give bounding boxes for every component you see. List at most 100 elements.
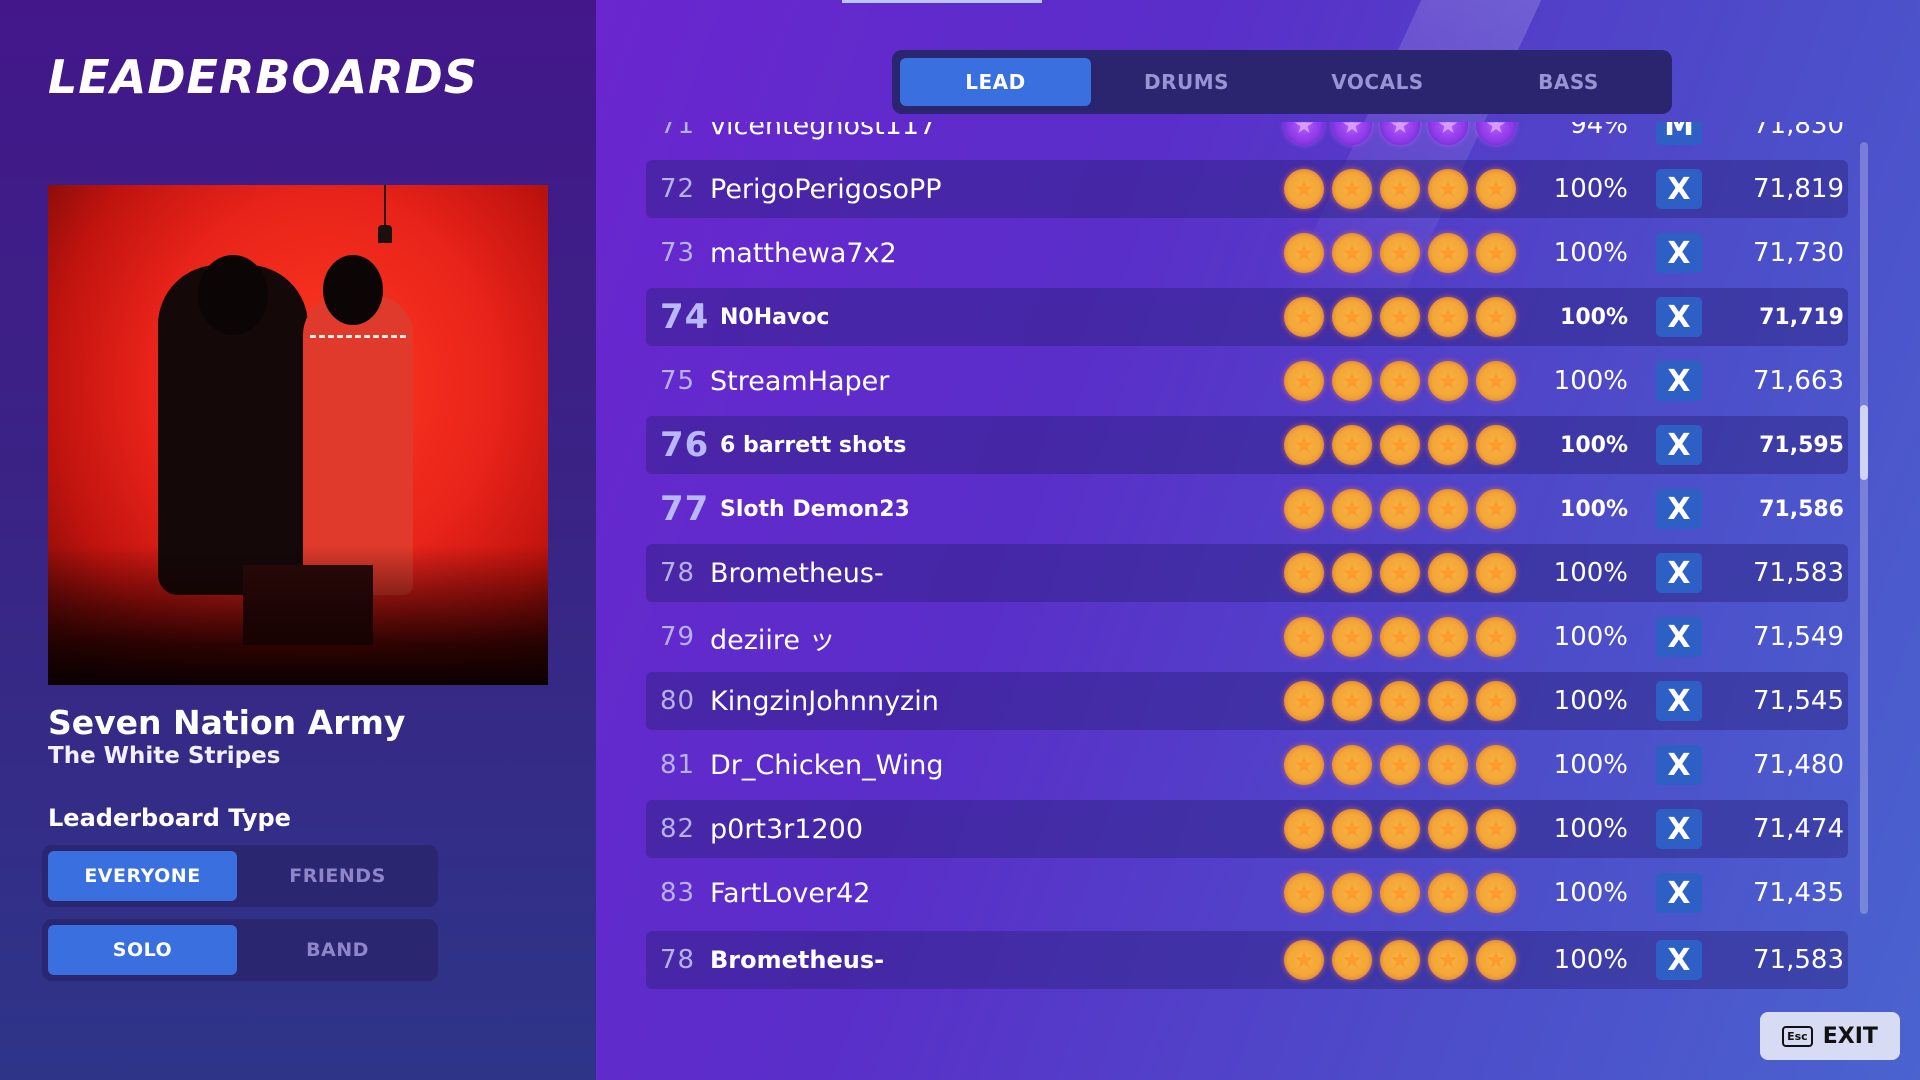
album-art <box>48 185 548 685</box>
scrollbar-thumb[interactable] <box>1860 405 1868 480</box>
table-row[interactable]: 71 vicenteghost117 ★ ★ ★ ★ ★ 94% M 71,830 <box>646 122 1848 154</box>
table-row[interactable]: 76 6 barrett shots ★ ★ ★ ★ ★ 100% X 71,595 <box>646 416 1848 474</box>
score: 71,819 <box>1753 174 1844 204</box>
star-icon: ★ <box>1380 361 1420 401</box>
song-title: Seven Nation Army <box>48 703 406 742</box>
player-name: N0Havoc <box>720 304 830 330</box>
star-icon: ★ <box>1476 122 1516 145</box>
pinned-player-row[interactable]: 78 Brometheus- ★ ★ ★ ★ ★ 100% X 71,583 <box>646 931 1848 989</box>
table-row[interactable]: 81 Dr_Chicken_Wing ★ ★ ★ ★ ★ 100% X 71,480 <box>646 736 1848 794</box>
star-icon: ★ <box>1428 169 1468 209</box>
table-row[interactable]: 83 FartLover42 ★ ★ ★ ★ ★ 100% X 71,435 <box>646 864 1848 918</box>
accuracy: 100% <box>1553 750 1628 780</box>
star-icon: ★ <box>1332 617 1372 657</box>
accuracy: 100% <box>1560 304 1628 330</box>
star-icon: ★ <box>1476 297 1516 337</box>
star-icon: ★ <box>1332 297 1372 337</box>
everyone-option[interactable]: EVERYONE <box>48 851 237 901</box>
difficulty-badge: X <box>1656 745 1702 785</box>
star-rating: ★ ★ ★ ★ ★ <box>1284 940 1520 980</box>
star-icon: ★ <box>1476 681 1516 721</box>
left-panel: LEADERBOARDS Seven Nation Army The White… <box>0 0 596 1080</box>
score: 71,474 <box>1753 814 1844 844</box>
table-row[interactable]: 74 N0Havoc ★ ★ ★ ★ ★ 100% X 71,719 <box>646 288 1848 346</box>
star-icon: ★ <box>1332 745 1372 785</box>
rank: 79 <box>660 622 696 652</box>
star-rating: ★ ★ ★ ★ ★ <box>1284 489 1520 529</box>
star-rating: ★ ★ ★ ★ ★ <box>1284 361 1520 401</box>
friends-option[interactable]: FRIENDS <box>243 851 432 901</box>
solo-option[interactable]: SOLO <box>48 925 237 975</box>
accuracy: 100% <box>1553 558 1628 588</box>
star-rating: ★ ★ ★ ★ ★ <box>1284 873 1520 913</box>
star-rating: ★ ★ ★ ★ ★ <box>1284 809 1520 849</box>
star-icon: ★ <box>1476 873 1516 913</box>
star-icon: ★ <box>1476 169 1516 209</box>
star-icon: ★ <box>1332 681 1372 721</box>
table-row[interactable]: 79 deziire ッ ★ ★ ★ ★ ★ 100% X 71,549 <box>646 608 1848 666</box>
star-icon: ★ <box>1332 233 1372 273</box>
star-icon: ★ <box>1284 873 1324 913</box>
tab-bass[interactable]: BASS <box>1473 58 1664 106</box>
table-row[interactable]: 75 StreamHaper ★ ★ ★ ★ ★ 100% X 71,663 <box>646 352 1848 410</box>
rank: 75 <box>660 366 696 396</box>
star-icon: ★ <box>1380 297 1420 337</box>
top-accent-bar <box>842 0 1042 3</box>
accuracy: 100% <box>1560 432 1628 458</box>
tab-lead[interactable]: LEAD <box>900 58 1091 106</box>
star-icon: ★ <box>1476 425 1516 465</box>
table-row[interactable]: 82 p0rt3r1200 ★ ★ ★ ★ ★ 100% X 71,474 <box>646 800 1848 858</box>
band-option[interactable]: BAND <box>243 925 432 975</box>
difficulty-badge: X <box>1656 169 1702 209</box>
star-icon: ★ <box>1284 809 1324 849</box>
star-icon: ★ <box>1380 233 1420 273</box>
star-icon: ★ <box>1284 361 1324 401</box>
star-rating: ★ ★ ★ ★ ★ <box>1284 169 1520 209</box>
star-icon: ★ <box>1380 940 1420 980</box>
star-icon: ★ <box>1476 553 1516 593</box>
difficulty-badge: X <box>1656 361 1702 401</box>
player-name: 6 barrett shots <box>720 432 907 458</box>
table-row[interactable]: 72 PerigoPerigosoPP ★ ★ ★ ★ ★ 100% X 71,819 <box>646 160 1848 218</box>
table-row[interactable]: 77 Sloth Demon23 ★ ★ ★ ★ ★ 100% X 71,586 <box>646 480 1848 538</box>
scope-toggle: EVERYONE FRIENDS <box>42 845 438 907</box>
difficulty-badge: X <box>1656 553 1702 593</box>
star-icon: ★ <box>1476 361 1516 401</box>
rank: 80 <box>660 686 696 716</box>
difficulty-badge: X <box>1656 809 1702 849</box>
leaderboard-list[interactable]: 71 vicenteghost117 ★ ★ ★ ★ ★ 94% M 71,830 72 Perigo… <box>646 122 1848 918</box>
mode-toggle: SOLO BAND <box>42 919 438 981</box>
star-icon: ★ <box>1428 940 1468 980</box>
star-icon: ★ <box>1332 122 1372 145</box>
table-row[interactable]: 80 KingzinJohnnyzin ★ ★ ★ ★ ★ 100% X 71,545 <box>646 672 1848 730</box>
player-name: Dr_Chicken_Wing <box>710 749 944 781</box>
difficulty-badge: X <box>1656 489 1702 529</box>
exit-label: EXIT <box>1822 1023 1878 1049</box>
star-icon: ★ <box>1380 617 1420 657</box>
score: 71,830 <box>1753 122 1844 140</box>
table-row[interactable]: 73 matthewa7x2 ★ ★ ★ ★ ★ 100% X 71,730 <box>646 224 1848 282</box>
star-icon: ★ <box>1428 233 1468 273</box>
star-icon: ★ <box>1428 745 1468 785</box>
difficulty-badge: X <box>1656 233 1702 273</box>
star-icon: ★ <box>1476 489 1516 529</box>
tab-drums[interactable]: DRUMS <box>1091 58 1282 106</box>
star-rating: ★ ★ ★ ★ ★ <box>1284 122 1520 145</box>
score: 71,583 <box>1753 558 1844 588</box>
player-name: FartLover42 <box>710 877 871 909</box>
score: 71,730 <box>1753 238 1844 268</box>
leaderboard-panel: LEAD DRUMS VOCALS BASS 71 vicenteghost117… <box>596 0 1920 1080</box>
exit-button[interactable]: Esc EXIT <box>1760 1012 1900 1060</box>
star-icon: ★ <box>1332 169 1372 209</box>
rank: 72 <box>660 174 696 204</box>
star-icon: ★ <box>1380 873 1420 913</box>
star-icon: ★ <box>1380 169 1420 209</box>
star-icon: ★ <box>1380 681 1420 721</box>
difficulty-badge: X <box>1656 873 1702 913</box>
tab-vocals[interactable]: VOCALS <box>1282 58 1473 106</box>
star-icon: ★ <box>1476 233 1516 273</box>
scrollbar-track[interactable] <box>1860 142 1868 914</box>
star-icon: ★ <box>1428 553 1468 593</box>
star-icon: ★ <box>1284 297 1324 337</box>
table-row[interactable]: 78 Brometheus- ★ ★ ★ ★ ★ 100% X 71,583 <box>646 544 1848 602</box>
